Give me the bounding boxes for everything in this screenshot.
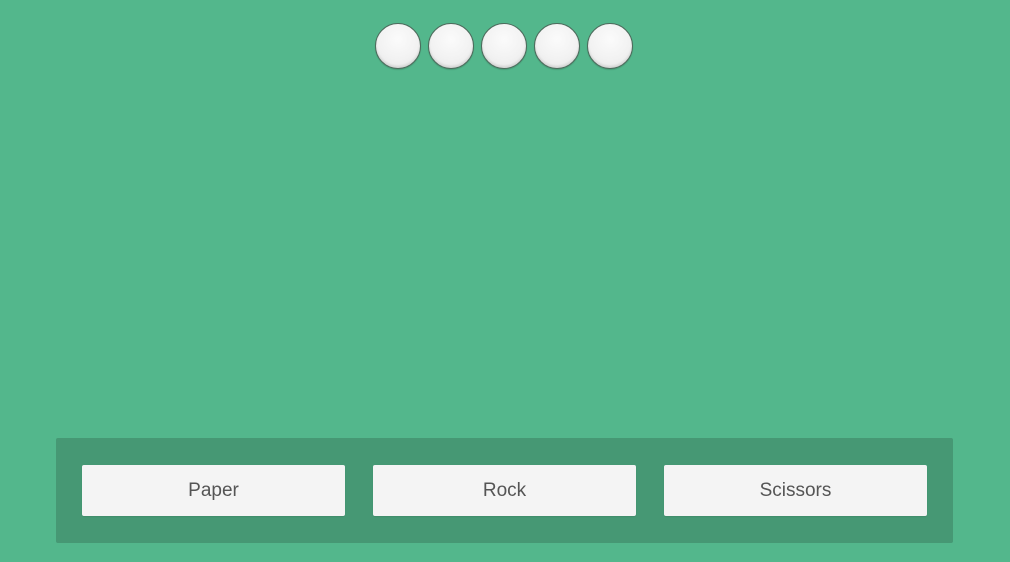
- scissors-button[interactable]: Scissors: [664, 465, 927, 516]
- rock-button[interactable]: Rock: [373, 465, 636, 516]
- paper-button[interactable]: Paper: [82, 465, 345, 516]
- round-token-4: [534, 23, 580, 69]
- rock-button-label: Rock: [482, 480, 527, 501]
- round-token-2: [428, 23, 474, 69]
- round-token-1: [375, 23, 421, 69]
- round-token-5: [587, 23, 633, 69]
- paper-button-label: Paper: [188, 480, 239, 501]
- round-tracker: [375, 23, 635, 71]
- choice-tray: Paper Rock Scissors: [56, 438, 953, 543]
- scissors-button-label: Scissors: [759, 480, 832, 501]
- game-board: Paper Rock Scissors: [0, 0, 1010, 562]
- round-token-3: [481, 23, 527, 69]
